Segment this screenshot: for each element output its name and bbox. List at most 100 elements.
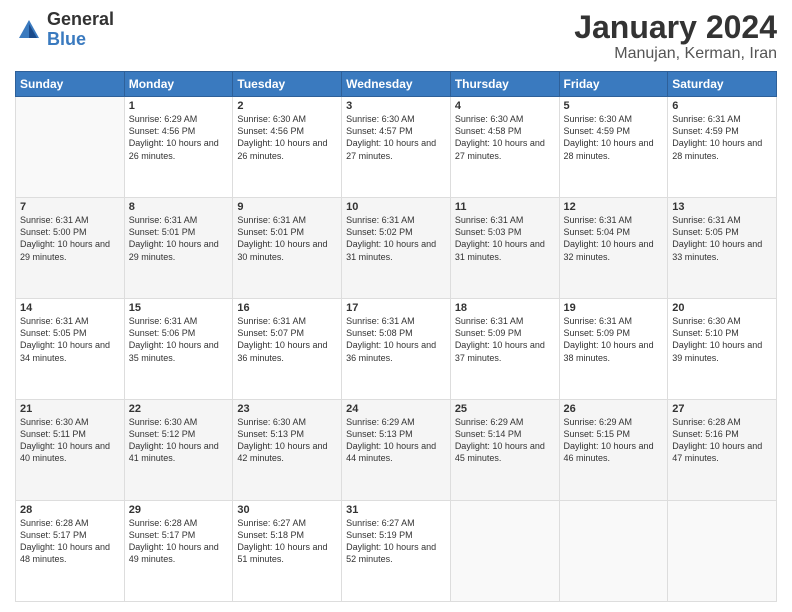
header-saturday: Saturday	[668, 72, 777, 97]
table-row: 17Sunrise: 6:31 AM Sunset: 5:08 PM Dayli…	[342, 299, 451, 400]
table-row: 18Sunrise: 6:31 AM Sunset: 5:09 PM Dayli…	[450, 299, 559, 400]
table-row: 28Sunrise: 6:28 AM Sunset: 5:17 PM Dayli…	[16, 501, 125, 602]
logo: General Blue	[15, 10, 114, 50]
table-row: 29Sunrise: 6:28 AM Sunset: 5:17 PM Dayli…	[124, 501, 233, 602]
logo-general: General	[47, 10, 114, 30]
header-thursday: Thursday	[450, 72, 559, 97]
table-row: 14Sunrise: 6:31 AM Sunset: 5:05 PM Dayli…	[16, 299, 125, 400]
day-info: Sunrise: 6:27 AM Sunset: 5:18 PM Dayligh…	[237, 517, 337, 566]
header-tuesday: Tuesday	[233, 72, 342, 97]
table-row: 7Sunrise: 6:31 AM Sunset: 5:00 PM Daylig…	[16, 198, 125, 299]
day-number: 1	[129, 100, 229, 112]
day-number: 6	[672, 100, 772, 112]
table-row: 12Sunrise: 6:31 AM Sunset: 5:04 PM Dayli…	[559, 198, 668, 299]
day-number: 16	[237, 302, 337, 314]
calendar-week-row: 7Sunrise: 6:31 AM Sunset: 5:00 PM Daylig…	[16, 198, 777, 299]
day-info: Sunrise: 6:31 AM Sunset: 5:08 PM Dayligh…	[346, 315, 446, 364]
day-info: Sunrise: 6:31 AM Sunset: 5:02 PM Dayligh…	[346, 214, 446, 263]
table-row: 3Sunrise: 6:30 AM Sunset: 4:57 PM Daylig…	[342, 97, 451, 198]
day-number: 4	[455, 100, 555, 112]
day-number: 10	[346, 201, 446, 213]
day-info: Sunrise: 6:31 AM Sunset: 5:05 PM Dayligh…	[20, 315, 120, 364]
day-info: Sunrise: 6:29 AM Sunset: 5:15 PM Dayligh…	[564, 416, 664, 465]
day-info: Sunrise: 6:31 AM Sunset: 5:07 PM Dayligh…	[237, 315, 337, 364]
calendar-header-row: Sunday Monday Tuesday Wednesday Thursday…	[16, 72, 777, 97]
day-info: Sunrise: 6:31 AM Sunset: 5:05 PM Dayligh…	[672, 214, 772, 263]
day-number: 29	[129, 504, 229, 516]
calendar-week-row: 1Sunrise: 6:29 AM Sunset: 4:56 PM Daylig…	[16, 97, 777, 198]
table-row: 16Sunrise: 6:31 AM Sunset: 5:07 PM Dayli…	[233, 299, 342, 400]
table-row: 30Sunrise: 6:27 AM Sunset: 5:18 PM Dayli…	[233, 501, 342, 602]
day-number: 13	[672, 201, 772, 213]
day-info: Sunrise: 6:30 AM Sunset: 5:11 PM Dayligh…	[20, 416, 120, 465]
table-row: 8Sunrise: 6:31 AM Sunset: 5:01 PM Daylig…	[124, 198, 233, 299]
day-info: Sunrise: 6:29 AM Sunset: 4:56 PM Dayligh…	[129, 113, 229, 162]
table-row: 24Sunrise: 6:29 AM Sunset: 5:13 PM Dayli…	[342, 400, 451, 501]
day-info: Sunrise: 6:29 AM Sunset: 5:13 PM Dayligh…	[346, 416, 446, 465]
day-number: 9	[237, 201, 337, 213]
table-row: 1Sunrise: 6:29 AM Sunset: 4:56 PM Daylig…	[124, 97, 233, 198]
table-row: 22Sunrise: 6:30 AM Sunset: 5:12 PM Dayli…	[124, 400, 233, 501]
table-row: 31Sunrise: 6:27 AM Sunset: 5:19 PM Dayli…	[342, 501, 451, 602]
day-info: Sunrise: 6:31 AM Sunset: 5:03 PM Dayligh…	[455, 214, 555, 263]
day-info: Sunrise: 6:31 AM Sunset: 4:59 PM Dayligh…	[672, 113, 772, 162]
table-row	[559, 501, 668, 602]
table-row: 26Sunrise: 6:29 AM Sunset: 5:15 PM Dayli…	[559, 400, 668, 501]
table-row	[668, 501, 777, 602]
table-row	[16, 97, 125, 198]
day-info: Sunrise: 6:30 AM Sunset: 5:10 PM Dayligh…	[672, 315, 772, 364]
table-row	[450, 501, 559, 602]
day-number: 11	[455, 201, 555, 213]
table-row: 2Sunrise: 6:30 AM Sunset: 4:56 PM Daylig…	[233, 97, 342, 198]
day-info: Sunrise: 6:31 AM Sunset: 5:00 PM Dayligh…	[20, 214, 120, 263]
day-info: Sunrise: 6:31 AM Sunset: 5:04 PM Dayligh…	[564, 214, 664, 263]
calendar-week-row: 14Sunrise: 6:31 AM Sunset: 5:05 PM Dayli…	[16, 299, 777, 400]
day-info: Sunrise: 6:30 AM Sunset: 4:56 PM Dayligh…	[237, 113, 337, 162]
table-row: 6Sunrise: 6:31 AM Sunset: 4:59 PM Daylig…	[668, 97, 777, 198]
header-sunday: Sunday	[16, 72, 125, 97]
day-info: Sunrise: 6:28 AM Sunset: 5:16 PM Dayligh…	[672, 416, 772, 465]
table-row: 20Sunrise: 6:30 AM Sunset: 5:10 PM Dayli…	[668, 299, 777, 400]
day-number: 19	[564, 302, 664, 314]
day-number: 5	[564, 100, 664, 112]
day-info: Sunrise: 6:30 AM Sunset: 4:58 PM Dayligh…	[455, 113, 555, 162]
table-row: 27Sunrise: 6:28 AM Sunset: 5:16 PM Dayli…	[668, 400, 777, 501]
day-number: 23	[237, 403, 337, 415]
day-number: 14	[20, 302, 120, 314]
day-info: Sunrise: 6:27 AM Sunset: 5:19 PM Dayligh…	[346, 517, 446, 566]
day-number: 3	[346, 100, 446, 112]
header-monday: Monday	[124, 72, 233, 97]
header: General Blue January 2024 Manujan, Kerma…	[15, 10, 777, 63]
day-info: Sunrise: 6:30 AM Sunset: 5:13 PM Dayligh…	[237, 416, 337, 465]
day-info: Sunrise: 6:31 AM Sunset: 5:01 PM Dayligh…	[129, 214, 229, 263]
logo-text: General Blue	[47, 10, 114, 50]
main-title: January 2024	[574, 10, 777, 45]
day-info: Sunrise: 6:30 AM Sunset: 4:59 PM Dayligh…	[564, 113, 664, 162]
table-row: 21Sunrise: 6:30 AM Sunset: 5:11 PM Dayli…	[16, 400, 125, 501]
header-wednesday: Wednesday	[342, 72, 451, 97]
day-number: 30	[237, 504, 337, 516]
day-number: 2	[237, 100, 337, 112]
day-number: 28	[20, 504, 120, 516]
day-info: Sunrise: 6:30 AM Sunset: 5:12 PM Dayligh…	[129, 416, 229, 465]
day-info: Sunrise: 6:28 AM Sunset: 5:17 PM Dayligh…	[20, 517, 120, 566]
calendar-week-row: 21Sunrise: 6:30 AM Sunset: 5:11 PM Dayli…	[16, 400, 777, 501]
day-number: 8	[129, 201, 229, 213]
day-number: 17	[346, 302, 446, 314]
day-number: 12	[564, 201, 664, 213]
subtitle: Manujan, Kerman, Iran	[574, 45, 777, 63]
day-info: Sunrise: 6:28 AM Sunset: 5:17 PM Dayligh…	[129, 517, 229, 566]
table-row: 23Sunrise: 6:30 AM Sunset: 5:13 PM Dayli…	[233, 400, 342, 501]
logo-blue: Blue	[47, 30, 114, 50]
table-row: 4Sunrise: 6:30 AM Sunset: 4:58 PM Daylig…	[450, 97, 559, 198]
table-row: 13Sunrise: 6:31 AM Sunset: 5:05 PM Dayli…	[668, 198, 777, 299]
day-number: 31	[346, 504, 446, 516]
day-number: 27	[672, 403, 772, 415]
table-row: 15Sunrise: 6:31 AM Sunset: 5:06 PM Dayli…	[124, 299, 233, 400]
logo-icon	[15, 16, 43, 44]
day-number: 25	[455, 403, 555, 415]
day-info: Sunrise: 6:29 AM Sunset: 5:14 PM Dayligh…	[455, 416, 555, 465]
day-info: Sunrise: 6:31 AM Sunset: 5:09 PM Dayligh…	[455, 315, 555, 364]
day-number: 26	[564, 403, 664, 415]
day-number: 7	[20, 201, 120, 213]
